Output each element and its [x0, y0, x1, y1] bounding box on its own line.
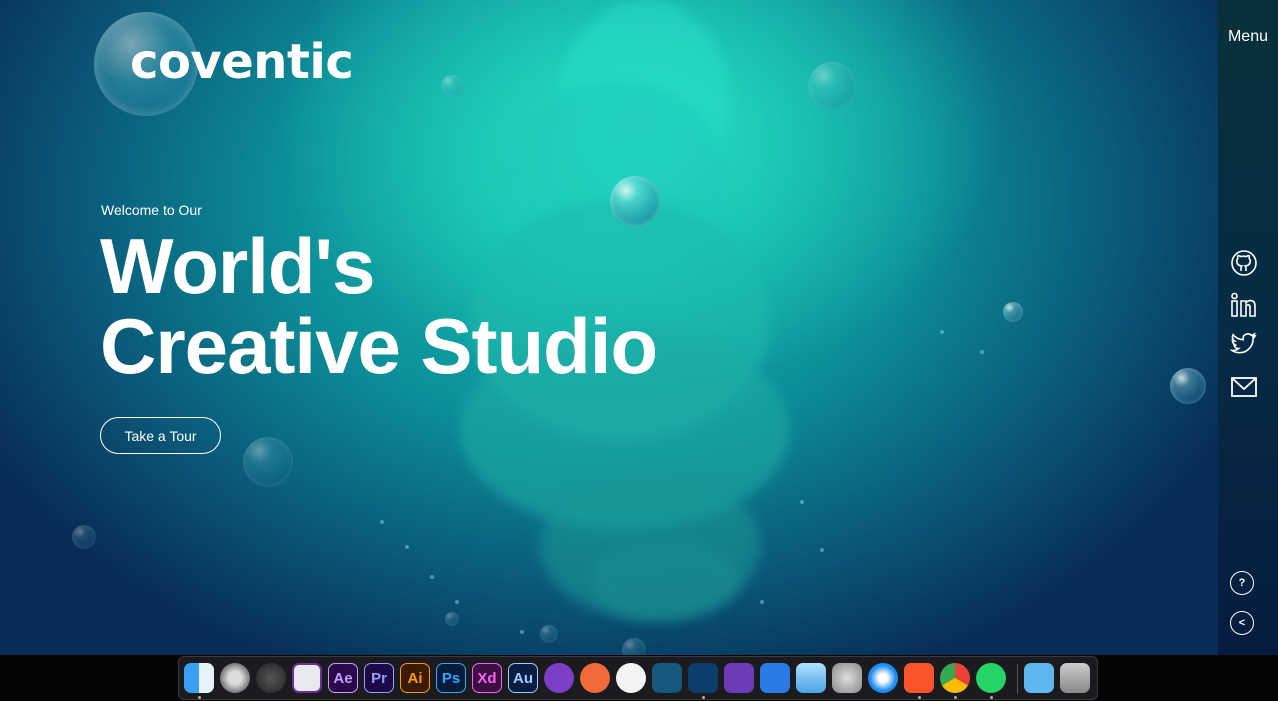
macos-dock: Ae Pr Ai Ps Xd Au — [178, 656, 1098, 700]
running-indicator — [918, 696, 921, 699]
bubble — [622, 638, 646, 655]
running-indicator — [954, 696, 957, 699]
tiny-bubble — [520, 630, 524, 634]
tiny-bubble — [405, 545, 409, 549]
github-icon[interactable] — [1230, 249, 1258, 277]
linkedin-icon[interactable] — [1230, 291, 1258, 319]
applications-folder-icon[interactable] — [1024, 663, 1054, 693]
share-button[interactable]: < — [1230, 611, 1254, 635]
finder-icon[interactable] — [184, 663, 214, 693]
bubble — [1003, 302, 1023, 322]
hero-section: coventic Welcome to Our World's Creative… — [0, 0, 1218, 655]
trash-icon[interactable] — [1060, 663, 1090, 693]
help-button[interactable]: ? — [1230, 571, 1254, 595]
bubble — [72, 525, 96, 549]
right-sidebar: Menu ? < — [1218, 0, 1278, 655]
running-indicator — [198, 696, 201, 699]
tiny-bubble — [800, 500, 804, 504]
take-a-tour-button[interactable]: Take a Tour — [100, 417, 221, 454]
whatsapp-icon[interactable] — [976, 663, 1006, 693]
bubble — [445, 612, 459, 626]
logo[interactable]: coventic — [130, 34, 354, 90]
tiny-bubble — [940, 330, 944, 334]
mysql-workbench-icon[interactable] — [652, 663, 682, 693]
menu-button[interactable]: Menu — [1228, 28, 1268, 46]
tableplus-icon[interactable] — [616, 663, 646, 693]
smoke-puff — [590, 540, 740, 620]
bubble — [441, 75, 463, 97]
system-preferences-icon[interactable] — [832, 663, 862, 693]
running-indicator — [702, 696, 705, 699]
headline-line-1: World's — [100, 222, 375, 310]
sketch-pen-icon[interactable] — [580, 663, 610, 693]
bubble — [1170, 368, 1206, 404]
brave-icon[interactable] — [904, 663, 934, 693]
tiny-bubble — [980, 350, 984, 354]
tiny-bubble — [820, 548, 824, 552]
vscode-icon[interactable] — [688, 663, 718, 693]
xd-icon[interactable]: Xd — [472, 663, 502, 693]
tiny-bubble — [455, 600, 459, 604]
headline-line-2: Creative Studio — [100, 302, 658, 390]
illustrator-icon[interactable]: Ai — [400, 663, 430, 693]
welcome-text: Welcome to Our — [101, 202, 202, 218]
dock-separator — [1017, 664, 1018, 694]
affinity-icon[interactable] — [292, 663, 322, 693]
visual-studio-icon[interactable] — [724, 663, 754, 693]
audition-icon[interactable]: Au — [508, 663, 538, 693]
tiny-bubble — [430, 575, 434, 579]
chrome-icon[interactable] — [940, 663, 970, 693]
bubble — [808, 62, 856, 110]
tiny-bubble — [760, 600, 764, 604]
launchpad-icon[interactable] — [220, 663, 250, 693]
twitter-icon[interactable] — [1228, 330, 1258, 358]
bubble — [243, 437, 293, 487]
virtualbox-icon[interactable] — [796, 663, 826, 693]
tiny-bubble — [380, 520, 384, 524]
safari-icon[interactable] — [868, 663, 898, 693]
mail-icon[interactable] — [1230, 373, 1258, 401]
github-desktop-icon[interactable] — [544, 663, 574, 693]
photoshop-icon[interactable]: Ps — [436, 663, 466, 693]
macos-dock-area: Ae Pr Ai Ps Xd Au — [0, 655, 1278, 701]
page-title: World's Creative Studio — [100, 222, 658, 390]
after-effects-icon[interactable]: Ae — [328, 663, 358, 693]
running-indicator — [990, 696, 993, 699]
alfred-icon[interactable] — [256, 663, 286, 693]
premiere-pro-icon[interactable]: Pr — [364, 663, 394, 693]
bubble — [610, 176, 660, 226]
bubble — [540, 625, 558, 643]
xcode-icon[interactable] — [760, 663, 790, 693]
